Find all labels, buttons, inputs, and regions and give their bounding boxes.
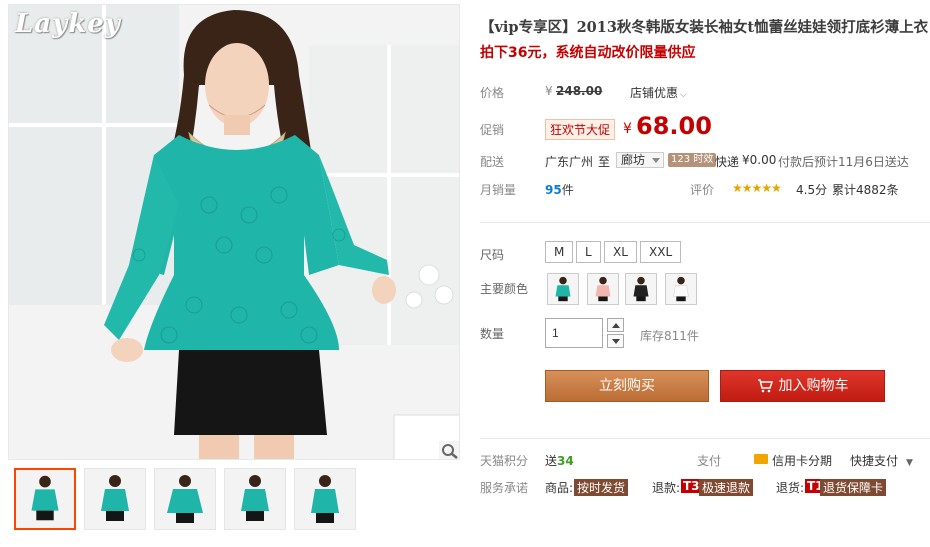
service-label: 服务承诺 (480, 481, 529, 495)
review-count-link[interactable]: 累计4882条 (832, 181, 899, 198)
on-time-delivery-badge[interactable]: 按时发货 (574, 479, 629, 496)
divider (480, 222, 930, 223)
chevron-down-icon: ▼ (906, 458, 913, 468)
thumbnail-3[interactable] (154, 468, 216, 530)
original-price-currency: ¥ (545, 84, 553, 98)
shipping-eta: 付款后预计11月6日送达 (778, 155, 909, 169)
size-option-m[interactable]: M (545, 241, 574, 263)
brand-logo: Laykey (15, 9, 121, 39)
points-label: 天猫积分 (480, 454, 529, 468)
chevron-up-icon (612, 323, 620, 328)
thumbnail-image (155, 469, 215, 529)
return-label: 退货: (776, 481, 805, 495)
rating-label: 评价 (690, 183, 715, 197)
quick-pay-dropdown[interactable]: 快捷支付 ▼ (850, 452, 913, 469)
buy-now-button[interactable]: 立刻购买 (545, 370, 709, 402)
fast-refund-badge[interactable]: 极速退款 (699, 479, 754, 496)
sales-label: 月销量 (480, 183, 517, 197)
shipping-label: 配送 (480, 155, 505, 169)
shipping-fee: ¥0.00 (742, 153, 777, 167)
product-title: 【vip专享区】2013秋冬韩版女装长袖女t恤蕾丝娃娃领打底衫薄上衣 (480, 19, 929, 36)
quantity-increase-button[interactable] (607, 318, 624, 332)
add-to-cart-button[interactable]: 加入购物车 (720, 370, 885, 402)
product-subtitle: 拍下36元，系统自动改价限量供应 (480, 45, 696, 61)
magnifier-icon[interactable] (439, 441, 460, 460)
goods-label: 商品: (545, 481, 574, 495)
thumbnail-5[interactable] (294, 468, 356, 530)
thumbnail-4[interactable] (224, 468, 286, 530)
quick-pay-label: 快捷支付 (850, 454, 899, 468)
size-option-l[interactable]: L (576, 241, 601, 263)
thumbnail-image (85, 469, 145, 529)
thumbnail-image (295, 469, 355, 529)
destination-select[interactable]: 廊坊 (616, 152, 665, 168)
main-product-image[interactable]: Laykey (8, 4, 460, 460)
shipping-method: 快递 (715, 155, 740, 169)
delivery-time-badge: 123 时效 (668, 153, 717, 167)
thumbnail-2[interactable] (84, 468, 146, 530)
thumbnail-strip (8, 464, 460, 534)
points-number: 34 (557, 454, 574, 468)
swatch-image (666, 274, 696, 304)
buy-now-label: 立刻购买 (599, 378, 655, 394)
cart-icon (757, 379, 773, 393)
rating-stars-icon: ★★★★★ (732, 181, 782, 195)
promo-price: 68.00 (636, 112, 712, 140)
quantity-decrease-button[interactable] (607, 334, 624, 348)
store-discount-dropdown[interactable]: 店铺优惠 ⌵ (630, 84, 687, 101)
swatch-image (588, 274, 618, 304)
chevron-down-icon: ⌵ (680, 90, 687, 100)
shipping-to-word: 至 (598, 155, 611, 169)
thumbnail-1[interactable] (14, 468, 76, 530)
thumbnail-image (225, 469, 285, 529)
model-photo (9, 5, 459, 459)
quantity-input[interactable] (545, 318, 603, 348)
color-option-teal[interactable] (547, 273, 579, 305)
original-price: 248.00 (556, 84, 603, 98)
points-prefix: 送 (545, 454, 558, 468)
sales-count: 95 (545, 183, 562, 197)
promo-tag: 狂欢节大促 (545, 119, 616, 140)
color-option-white[interactable] (665, 273, 697, 305)
product-page: Laykey 【vip专享区】2013秋冬韩版女装长袖女t恤蕾丝娃娃领打底衫薄上… (0, 0, 930, 547)
size-option-xl[interactable]: XL (604, 241, 637, 263)
sales-unit: 件 (561, 183, 574, 197)
thumbnail-image (16, 470, 74, 528)
promo-currency: ¥ (623, 121, 632, 137)
price-label: 价格 (480, 86, 505, 100)
quantity-label: 数量 (480, 327, 505, 341)
stock-count: 库存811件 (640, 329, 699, 343)
shipping-from: 广东广州 (545, 155, 594, 169)
divider (480, 438, 930, 439)
credit-card-icon (754, 454, 768, 464)
size-option-xxl[interactable]: XXL (640, 241, 682, 263)
swatch-image (626, 274, 656, 304)
points-value: 送34 (545, 452, 574, 469)
store-discount-label: 店铺优惠 (630, 86, 679, 100)
chevron-down-icon (652, 158, 661, 163)
color-option-black[interactable] (625, 273, 657, 305)
promo-label: 促销 (480, 123, 505, 137)
return-guarantee-badge[interactable]: 退货保障卡 (820, 479, 887, 496)
chevron-down-icon (612, 339, 620, 344)
destination-value: 廊坊 (621, 153, 646, 167)
credit-card-installment[interactable]: 信用卡分期 (772, 452, 832, 469)
add-to-cart-label: 加入购物车 (778, 378, 849, 394)
rating-score: 4.5分 (796, 183, 828, 197)
monthly-sales: 95件 (545, 181, 574, 198)
refund-label: 退款: (652, 481, 681, 495)
payment-label: 支付 (697, 454, 722, 468)
swatch-image (548, 274, 578, 304)
color-label: 主要颜色 (480, 282, 529, 296)
color-option-pink[interactable] (587, 273, 619, 305)
size-label: 尺码 (480, 248, 505, 262)
